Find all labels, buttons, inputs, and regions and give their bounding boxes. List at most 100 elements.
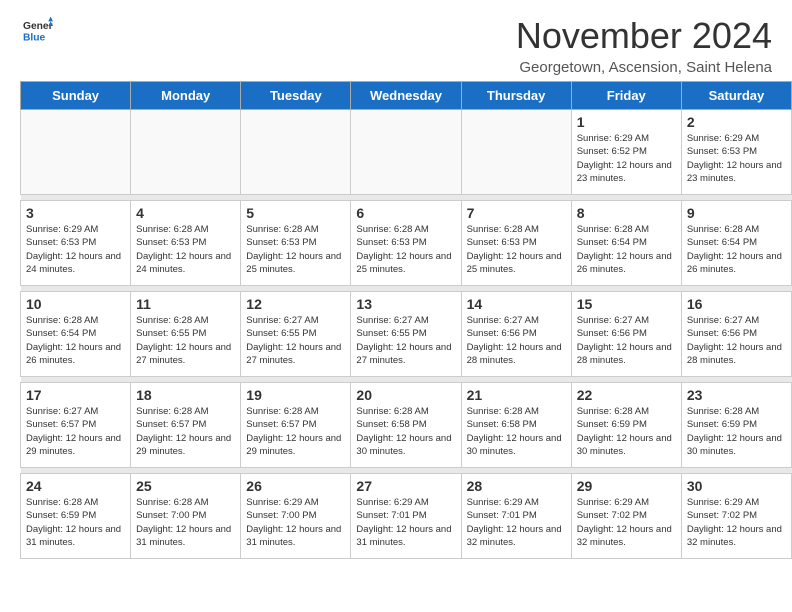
day-number: 18 bbox=[136, 387, 235, 403]
day-info: Sunrise: 6:29 AM Sunset: 6:53 PM Dayligh… bbox=[26, 223, 125, 276]
day-info: Sunrise: 6:28 AM Sunset: 6:59 PM Dayligh… bbox=[26, 496, 125, 549]
day-number: 12 bbox=[246, 296, 345, 312]
calendar-cell: 23 Sunrise: 6:28 AM Sunset: 6:59 PM Dayli… bbox=[681, 383, 791, 468]
calendar-cell: 5 Sunrise: 6:28 AM Sunset: 6:53 PM Daylig… bbox=[241, 201, 351, 286]
day-number: 5 bbox=[246, 205, 345, 221]
day-number: 25 bbox=[136, 478, 235, 494]
day-number: 7 bbox=[467, 205, 566, 221]
day-info: Sunrise: 6:29 AM Sunset: 7:01 PM Dayligh… bbox=[467, 496, 566, 549]
calendar-cell: 18 Sunrise: 6:28 AM Sunset: 6:57 PM Dayli… bbox=[131, 383, 241, 468]
day-number: 13 bbox=[356, 296, 455, 312]
location: Georgetown, Ascension, Saint Helena bbox=[516, 59, 772, 76]
calendar-cell: 6 Sunrise: 6:28 AM Sunset: 6:53 PM Daylig… bbox=[351, 201, 461, 286]
day-number: 16 bbox=[687, 296, 786, 312]
title-section: November 2024 Georgetown, Ascension, Sai… bbox=[516, 15, 772, 76]
calendar-cell: 17 Sunrise: 6:27 AM Sunset: 6:57 PM Dayli… bbox=[21, 383, 131, 468]
weekday-header-monday: Monday bbox=[131, 82, 241, 110]
calendar-table: SundayMondayTuesdayWednesdayThursdayFrid… bbox=[20, 81, 792, 559]
week-row-4: 17 Sunrise: 6:27 AM Sunset: 6:57 PM Dayli… bbox=[21, 383, 792, 468]
month-title: November 2024 bbox=[516, 15, 772, 57]
calendar-cell: 16 Sunrise: 6:27 AM Sunset: 6:56 PM Dayli… bbox=[681, 292, 791, 377]
day-info: Sunrise: 6:28 AM Sunset: 6:53 PM Dayligh… bbox=[467, 223, 566, 276]
day-number: 29 bbox=[577, 478, 676, 494]
day-number: 22 bbox=[577, 387, 676, 403]
day-number: 17 bbox=[26, 387, 125, 403]
calendar-cell: 29Sunrise: 6:29 AM Sunset: 7:02 PM Dayli… bbox=[571, 474, 681, 559]
calendar-cell: 25Sunrise: 6:28 AM Sunset: 7:00 PM Dayli… bbox=[131, 474, 241, 559]
day-info: Sunrise: 6:28 AM Sunset: 6:54 PM Dayligh… bbox=[577, 223, 676, 276]
calendar-cell: 27 Sunrise: 6:29 AM Sunset: 7:01 PM Dayli… bbox=[351, 474, 461, 559]
day-number: 10 bbox=[26, 296, 125, 312]
day-number: 23 bbox=[687, 387, 786, 403]
calendar-cell: 28 Sunrise: 6:29 AM Sunset: 7:01 PM Dayli… bbox=[461, 474, 571, 559]
logo-icon: General Blue bbox=[23, 15, 53, 45]
day-number: 15 bbox=[577, 296, 676, 312]
week-row-1: 1 Sunrise: 6:29 AM Sunset: 6:52 PM Daylig… bbox=[21, 110, 792, 195]
day-number: 2 bbox=[687, 114, 786, 130]
week-row-2: 3 Sunrise: 6:29 AM Sunset: 6:53 PM Daylig… bbox=[21, 201, 792, 286]
day-info: Sunrise: 6:28 AM Sunset: 6:57 PM Dayligh… bbox=[136, 405, 235, 458]
logo: General Blue bbox=[20, 15, 53, 50]
weekday-header-thursday: Thursday bbox=[461, 82, 571, 110]
day-info: Sunrise: 6:27 AM Sunset: 6:57 PM Dayligh… bbox=[26, 405, 125, 458]
weekday-header-friday: Friday bbox=[571, 82, 681, 110]
day-info: Sunrise: 6:28 AM Sunset: 6:58 PM Dayligh… bbox=[467, 405, 566, 458]
day-number: 21 bbox=[467, 387, 566, 403]
calendar-cell: 15 Sunrise: 6:27 AM Sunset: 6:56 PM Dayli… bbox=[571, 292, 681, 377]
day-number: 14 bbox=[467, 296, 566, 312]
calendar-cell: 3 Sunrise: 6:29 AM Sunset: 6:53 PM Daylig… bbox=[21, 201, 131, 286]
day-info: Sunrise: 6:29 AM Sunset: 7:01 PM Dayligh… bbox=[356, 496, 455, 549]
day-info: Sunrise: 6:27 AM Sunset: 6:56 PM Dayligh… bbox=[577, 314, 676, 367]
weekday-header-tuesday: Tuesday bbox=[241, 82, 351, 110]
day-info: Sunrise: 6:29 AM Sunset: 7:02 PM Dayligh… bbox=[687, 496, 786, 549]
weekday-header-sunday: Sunday bbox=[21, 82, 131, 110]
weekday-header-saturday: Saturday bbox=[681, 82, 791, 110]
day-info: Sunrise: 6:28 AM Sunset: 6:53 PM Dayligh… bbox=[246, 223, 345, 276]
day-number: 11 bbox=[136, 296, 235, 312]
day-info: Sunrise: 6:28 AM Sunset: 6:54 PM Dayligh… bbox=[687, 223, 786, 276]
page-header: General Blue November 2024 Georgetown, A… bbox=[0, 0, 792, 81]
day-info: Sunrise: 6:27 AM Sunset: 6:56 PM Dayligh… bbox=[687, 314, 786, 367]
day-info: Sunrise: 6:27 AM Sunset: 6:55 PM Dayligh… bbox=[246, 314, 345, 367]
calendar-cell: 7 Sunrise: 6:28 AM Sunset: 6:53 PM Daylig… bbox=[461, 201, 571, 286]
calendar-cell: 26Sunrise: 6:29 AM Sunset: 7:00 PM Dayli… bbox=[241, 474, 351, 559]
day-info: Sunrise: 6:29 AM Sunset: 6:52 PM Dayligh… bbox=[577, 132, 676, 185]
calendar-cell: 14Sunrise: 6:27 AM Sunset: 6:56 PM Dayli… bbox=[461, 292, 571, 377]
day-number: 27 bbox=[356, 478, 455, 494]
weekday-header-wednesday: Wednesday bbox=[351, 82, 461, 110]
calendar-cell: 30Sunrise: 6:29 AM Sunset: 7:02 PM Dayli… bbox=[681, 474, 791, 559]
calendar-cell: 4Sunrise: 6:28 AM Sunset: 6:53 PM Daylig… bbox=[131, 201, 241, 286]
day-info: Sunrise: 6:28 AM Sunset: 6:53 PM Dayligh… bbox=[356, 223, 455, 276]
day-info: Sunrise: 6:29 AM Sunset: 7:00 PM Dayligh… bbox=[246, 496, 345, 549]
calendar-cell: 2Sunrise: 6:29 AM Sunset: 6:53 PM Daylig… bbox=[681, 110, 791, 195]
day-info: Sunrise: 6:28 AM Sunset: 6:55 PM Dayligh… bbox=[136, 314, 235, 367]
day-number: 8 bbox=[577, 205, 676, 221]
day-number: 6 bbox=[356, 205, 455, 221]
calendar-cell bbox=[21, 110, 131, 195]
calendar-cell bbox=[131, 110, 241, 195]
calendar-cell: 19 Sunrise: 6:28 AM Sunset: 6:57 PM Dayli… bbox=[241, 383, 351, 468]
calendar-cell: 9Sunrise: 6:28 AM Sunset: 6:54 PM Daylig… bbox=[681, 201, 791, 286]
calendar-cell bbox=[461, 110, 571, 195]
day-info: Sunrise: 6:28 AM Sunset: 6:54 PM Dayligh… bbox=[26, 314, 125, 367]
day-info: Sunrise: 6:28 AM Sunset: 6:59 PM Dayligh… bbox=[577, 405, 676, 458]
calendar-cell: 11 Sunrise: 6:28 AM Sunset: 6:55 PM Dayli… bbox=[131, 292, 241, 377]
calendar-cell: 24Sunrise: 6:28 AM Sunset: 6:59 PM Dayli… bbox=[21, 474, 131, 559]
day-number: 19 bbox=[246, 387, 345, 403]
svg-text:General: General bbox=[23, 21, 53, 32]
day-number: 1 bbox=[577, 114, 676, 130]
svg-text:Blue: Blue bbox=[23, 32, 46, 43]
day-info: Sunrise: 6:28 AM Sunset: 6:58 PM Dayligh… bbox=[356, 405, 455, 458]
day-number: 28 bbox=[467, 478, 566, 494]
calendar-cell: 8 Sunrise: 6:28 AM Sunset: 6:54 PM Daylig… bbox=[571, 201, 681, 286]
day-info: Sunrise: 6:28 AM Sunset: 6:59 PM Dayligh… bbox=[687, 405, 786, 458]
calendar-cell: 20Sunrise: 6:28 AM Sunset: 6:58 PM Dayli… bbox=[351, 383, 461, 468]
calendar-cell: 12 Sunrise: 6:27 AM Sunset: 6:55 PM Dayli… bbox=[241, 292, 351, 377]
day-number: 3 bbox=[26, 205, 125, 221]
day-info: Sunrise: 6:28 AM Sunset: 6:57 PM Dayligh… bbox=[246, 405, 345, 458]
calendar-cell: 1 Sunrise: 6:29 AM Sunset: 6:52 PM Daylig… bbox=[571, 110, 681, 195]
calendar-wrapper: SundayMondayTuesdayWednesdayThursdayFrid… bbox=[0, 81, 792, 569]
calendar-cell bbox=[351, 110, 461, 195]
calendar-cell: 22 Sunrise: 6:28 AM Sunset: 6:59 PM Dayli… bbox=[571, 383, 681, 468]
calendar-cell bbox=[241, 110, 351, 195]
